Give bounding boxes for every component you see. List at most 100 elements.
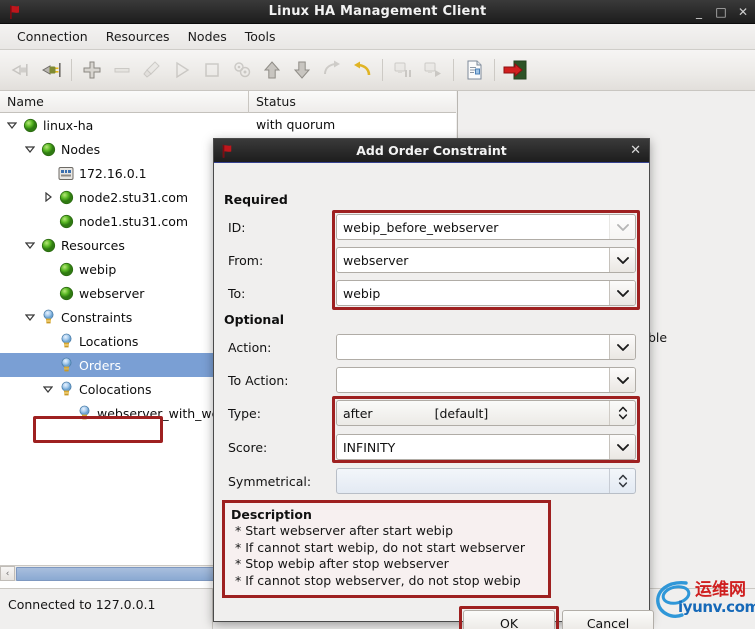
- action-field[interactable]: [336, 334, 636, 360]
- toolbar: [0, 50, 755, 91]
- tree-item-label: linux-ha: [43, 117, 94, 133]
- tree-item-label: Locations: [79, 333, 139, 349]
- from-field-value[interactable]: webserver: [337, 248, 609, 272]
- maximize-button[interactable]: □: [715, 6, 727, 18]
- description-line: * If cannot stop webserver, do not stop …: [235, 572, 521, 588]
- cib-document-icon[interactable]: [459, 55, 489, 85]
- twisty-none: [40, 209, 56, 233]
- active-node-icon[interactable]: [418, 55, 448, 85]
- chevron-down-icon[interactable]: [609, 368, 635, 392]
- bulb-icon: [74, 401, 94, 425]
- unmigrate-undo-icon[interactable]: [347, 55, 377, 85]
- cleanup-brush-icon[interactable]: [137, 55, 167, 85]
- type-field-default-tag: [default]: [434, 405, 489, 421]
- toolbar-separator: [382, 59, 383, 81]
- twisty-none: [40, 257, 56, 281]
- score-field-value[interactable]: INFINITY: [337, 435, 609, 459]
- application-window: Linux HA Management Client _ □ ✕ Connect…: [0, 0, 755, 629]
- dialog-close-icon[interactable]: ✕: [630, 139, 641, 163]
- description-title: Description: [231, 507, 312, 522]
- chevron-updown-icon[interactable]: [609, 401, 635, 425]
- tree-item-label: webserver: [79, 285, 145, 301]
- disconnect-icon[interactable]: [6, 55, 36, 85]
- id-field-label: ID:: [228, 220, 246, 235]
- tree-row-linux-ha[interactable]: linux-ha with quorum: [0, 113, 456, 137]
- chevron-down-icon[interactable]: [609, 335, 635, 359]
- score-field[interactable]: INFINITY: [336, 434, 636, 460]
- to-field-label: To:: [228, 286, 246, 301]
- quit-exit-icon[interactable]: [500, 55, 530, 85]
- description-box: Description * Start webserver after star…: [222, 500, 551, 598]
- required-section-header: Required: [224, 192, 288, 207]
- twisty-none: [40, 329, 56, 353]
- column-header-status[interactable]: Status: [249, 91, 456, 113]
- chevron-down-icon[interactable]: [609, 248, 635, 272]
- description-line: * If cannot start webip, do not start we…: [235, 539, 525, 555]
- bulb-icon: [56, 377, 76, 401]
- dialog-titlebar: Add Order Constraint ✕: [214, 139, 649, 163]
- bulb-icon: [56, 353, 76, 377]
- watermark-domain-text: iyunv.com: [678, 598, 755, 616]
- id-field-value[interactable]: webip_before_webserver: [337, 215, 609, 239]
- green-ball-icon: [56, 281, 76, 305]
- dialog-body: Required ID: webip_before_webserver From…: [214, 163, 654, 629]
- score-field-label: Score:: [228, 440, 268, 455]
- green-ball-icon: [38, 137, 58, 161]
- from-field[interactable]: webserver: [336, 247, 636, 273]
- scroll-left-arrow-icon[interactable]: ‹: [0, 566, 15, 581]
- cancel-button[interactable]: Cancel: [562, 610, 654, 629]
- node-card-icon: [56, 161, 76, 185]
- to-action-field-label: To Action:: [228, 373, 289, 388]
- to-field[interactable]: webip: [336, 280, 636, 306]
- to-field-value[interactable]: webip: [337, 281, 609, 305]
- action-field-value[interactable]: [337, 335, 609, 359]
- type-field[interactable]: after [default]: [336, 400, 636, 426]
- twisty-none: [40, 281, 56, 305]
- connect-icon[interactable]: [36, 55, 66, 85]
- tree-item-label: Constraints: [61, 309, 133, 325]
- twisty-none: [58, 401, 74, 425]
- to-action-field[interactable]: [336, 367, 636, 393]
- menu-resources[interactable]: Resources: [97, 26, 179, 47]
- move-up-arrow-icon[interactable]: [257, 55, 287, 85]
- chevron-updown-icon[interactable]: [609, 469, 635, 493]
- type-field-value[interactable]: after [default]: [337, 401, 609, 425]
- green-ball-icon: [56, 209, 76, 233]
- toolbar-separator: [494, 59, 495, 81]
- ok-button[interactable]: OK: [463, 610, 555, 629]
- standby-node-icon[interactable]: [388, 55, 418, 85]
- tree-item-label: Orders: [79, 357, 122, 373]
- tree-item-label: node2.stu31.com: [79, 189, 189, 205]
- to-action-field-value[interactable]: [337, 368, 609, 392]
- type-field-label: Type:: [228, 406, 261, 421]
- close-button[interactable]: ✕: [737, 6, 749, 18]
- optional-section-header: Optional: [224, 312, 285, 327]
- menu-tools[interactable]: Tools: [236, 26, 285, 47]
- menu-connection[interactable]: Connection: [8, 26, 97, 47]
- twisty-expanded-icon[interactable]: [22, 305, 38, 329]
- chevron-down-icon[interactable]: [609, 435, 635, 459]
- remove-icon[interactable]: [107, 55, 137, 85]
- window-title: Linux HA Management Client: [268, 4, 487, 19]
- symmetrical-field[interactable]: [336, 468, 636, 494]
- green-ball-icon: [56, 185, 76, 209]
- twisty-expanded-icon[interactable]: [40, 377, 56, 401]
- manage-gears-icon[interactable]: [227, 55, 257, 85]
- migrate-arrow-icon[interactable]: [317, 55, 347, 85]
- start-play-icon[interactable]: [167, 55, 197, 85]
- twisty-expanded-icon[interactable]: [4, 113, 20, 137]
- twisty-expanded-icon[interactable]: [22, 233, 38, 257]
- chevron-down-icon[interactable]: [609, 215, 635, 239]
- column-header-name[interactable]: Name: [0, 91, 249, 113]
- chevron-down-icon[interactable]: [609, 281, 635, 305]
- menu-nodes[interactable]: Nodes: [179, 26, 236, 47]
- tree-column-header: Name Status: [0, 91, 456, 113]
- stop-square-icon[interactable]: [197, 55, 227, 85]
- add-icon[interactable]: [77, 55, 107, 85]
- minimize-button[interactable]: _: [693, 6, 705, 18]
- twisty-collapsed-icon[interactable]: [40, 185, 56, 209]
- id-field[interactable]: webip_before_webserver: [336, 214, 636, 240]
- move-down-arrow-icon[interactable]: [287, 55, 317, 85]
- twisty-expanded-icon[interactable]: [22, 137, 38, 161]
- symmetrical-field-label: Symmetrical:: [228, 474, 312, 489]
